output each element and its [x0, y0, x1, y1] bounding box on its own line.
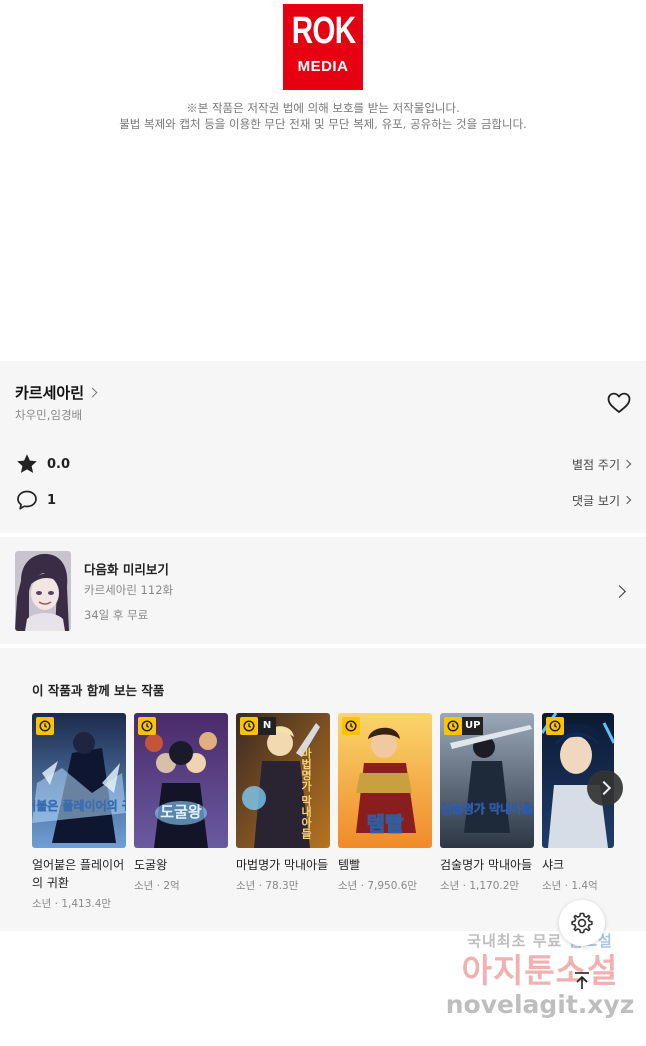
cover-image: 도굴왕	[134, 713, 228, 848]
badges	[342, 717, 360, 735]
wait-free-clock-icon	[444, 717, 462, 735]
favorite-button[interactable]	[606, 391, 632, 415]
recommendation-card[interactable]: 도굴왕 도굴왕 소년 · 2억	[134, 713, 228, 893]
comment-count: 1	[47, 492, 57, 508]
watermark-line2: 아지툰소설	[461, 951, 619, 990]
card-meta: 소년 · 1,413.4만	[32, 898, 112, 910]
badges	[546, 717, 564, 735]
badges	[138, 717, 156, 735]
card-meta: 소년 · 1.4억	[542, 880, 598, 892]
wait-free-clock-icon	[342, 717, 360, 735]
arrow-up-icon	[575, 972, 589, 989]
copyright-notice-line2: 불법 복제와 캡처 등을 이용한 무단 전재 및 무단 복제, 유포, 공유하는…	[119, 117, 527, 131]
next-episode-preview[interactable]: 다음화 미리보기 카르세아린 112화 34일 후 무료	[0, 537, 646, 644]
card-meta: 소년 · 1,170.2만	[440, 880, 520, 892]
view-comments-button[interactable]: 댓글 보기	[572, 492, 632, 509]
watermark: 국내최초 무료 웹소설 아지툰소설 novelagit.xyz	[440, 930, 640, 1030]
wait-free-clock-icon	[240, 717, 258, 735]
logo-text-rok: ROK	[291, 10, 356, 52]
recommendation-card[interactable]: 마법명가 막내아들 N 마법명가 막내아들 소년 · 78.3만	[236, 713, 330, 893]
badges: N	[240, 717, 276, 735]
card-title: 검술명가 막내아들	[440, 858, 533, 872]
logo-text-media: MEDIA	[297, 58, 349, 75]
cover-image: 얼어붙은 플레이어의 귀환	[32, 713, 126, 848]
chevron-right-icon	[622, 495, 632, 505]
cover-title-text: 얼어붙은 플레이어의 귀환	[32, 798, 126, 813]
cover-image: 검술명가 막내아들 UP	[440, 713, 534, 848]
badges: UP	[444, 717, 484, 735]
card-title: 샤크	[542, 858, 565, 872]
wait-free-clock-icon	[546, 717, 564, 735]
work-title: 카르세아린	[15, 384, 85, 402]
publisher-logo: ROK MEDIA	[283, 4, 363, 90]
cover-title-text: 템빨	[367, 812, 404, 836]
settings-button[interactable]	[559, 900, 605, 946]
rating-row: 0.0 별점 주기	[15, 452, 632, 476]
watermark-line1-a: 국내최초 무료	[467, 932, 569, 950]
new-badge: N	[258, 717, 276, 735]
wait-free-clock-icon	[36, 717, 54, 735]
work-authors: 차우민,임경배	[15, 408, 83, 422]
rating-value: 0.0	[47, 456, 71, 472]
cover-title-text: 마법명가 막내아들	[300, 746, 313, 839]
up-badge: UP	[462, 717, 484, 735]
badges	[36, 717, 54, 735]
comment-row: 1 댓글 보기	[15, 488, 632, 512]
chevron-right-icon	[87, 387, 98, 398]
rate-button-label: 별점 주기	[572, 457, 620, 472]
recommendation-card[interactable]: 템빨 템빨 소년 · 7,950.6만	[338, 713, 432, 893]
view-comments-label: 댓글 보기	[572, 493, 620, 508]
cover-image: 마법명가 막내아들 N	[236, 713, 330, 848]
recommendation-section: 이 작품과 함께 보는 작품 얼어붙은 플레이어의 귀환 얼어붙은 플레이어의 …	[0, 648, 646, 931]
next-episode-free-info: 34일 후 무료	[84, 608, 149, 622]
card-meta: 소년 · 7,950.6만	[338, 880, 418, 892]
rate-button[interactable]: 별점 주기	[572, 456, 632, 473]
card-title: 마법명가 막내아들	[236, 858, 329, 872]
star-icon	[17, 454, 37, 473]
next-episode-thumbnail	[15, 551, 71, 631]
scroll-top-button[interactable]	[559, 958, 605, 1004]
next-episode-subtitle: 카르세아린 112화	[84, 583, 174, 597]
cover-title-text: 도굴왕	[160, 803, 202, 821]
recommendation-card[interactable]: 얼어붙은 플레이어의 귀환 얼어붙은 플레이어의 귀환 소년 · 1,413.4…	[32, 713, 126, 911]
next-episode-title: 다음화 미리보기	[84, 562, 169, 577]
card-meta: 소년 · 2억	[134, 880, 180, 892]
comment-icon	[17, 490, 37, 510]
recommendation-heading: 이 작품과 함께 보는 작품	[32, 683, 165, 698]
watermark-line1: 국내최초 무료 웹소설	[440, 930, 640, 951]
work-title-link[interactable]: 카르세아린	[15, 382, 98, 403]
copyright-notice-line1: ※본 작품은 저작권 법에 의해 보호를 받는 저작물입니다.	[186, 101, 460, 115]
gear-icon	[571, 912, 593, 934]
card-meta: 소년 · 78.3만	[236, 880, 299, 892]
chevron-right-icon	[613, 585, 626, 598]
card-title: 도굴왕	[134, 858, 168, 872]
publisher-notice-area: ROK MEDIA ※본 작품은 저작권 법에 의해 보호를 받는 저작물입니다…	[0, 0, 646, 360]
recommendation-card[interactable]: 검술명가 막내아들 UP 검술명가 막내아들 소년 · 1,170.2만	[440, 713, 534, 893]
card-title: 얼어붙은 플레이어의 귀환	[32, 858, 125, 890]
cover-image: 템빨	[338, 713, 432, 848]
cover-title-text: 검술명가 막내아들	[441, 801, 534, 816]
wait-free-clock-icon	[138, 717, 156, 735]
work-info-panel: 카르세아린 차우민,임경배 0.0 별점 주기 1 댓글 보기	[0, 361, 646, 533]
carousel-next-button[interactable]	[587, 770, 623, 806]
copyright-notice: ※본 작품은 저작권 법에 의해 보호를 받는 저작물입니다. 불법 복제와 캡…	[0, 100, 646, 132]
card-title: 템빨	[338, 858, 361, 872]
recommendation-card[interactable]: 샤크 소년 · 1.4억	[542, 713, 636, 893]
watermark-line3: novelagit.xyz	[445, 990, 635, 1019]
chevron-right-icon	[622, 459, 632, 469]
heart-icon	[607, 392, 631, 413]
